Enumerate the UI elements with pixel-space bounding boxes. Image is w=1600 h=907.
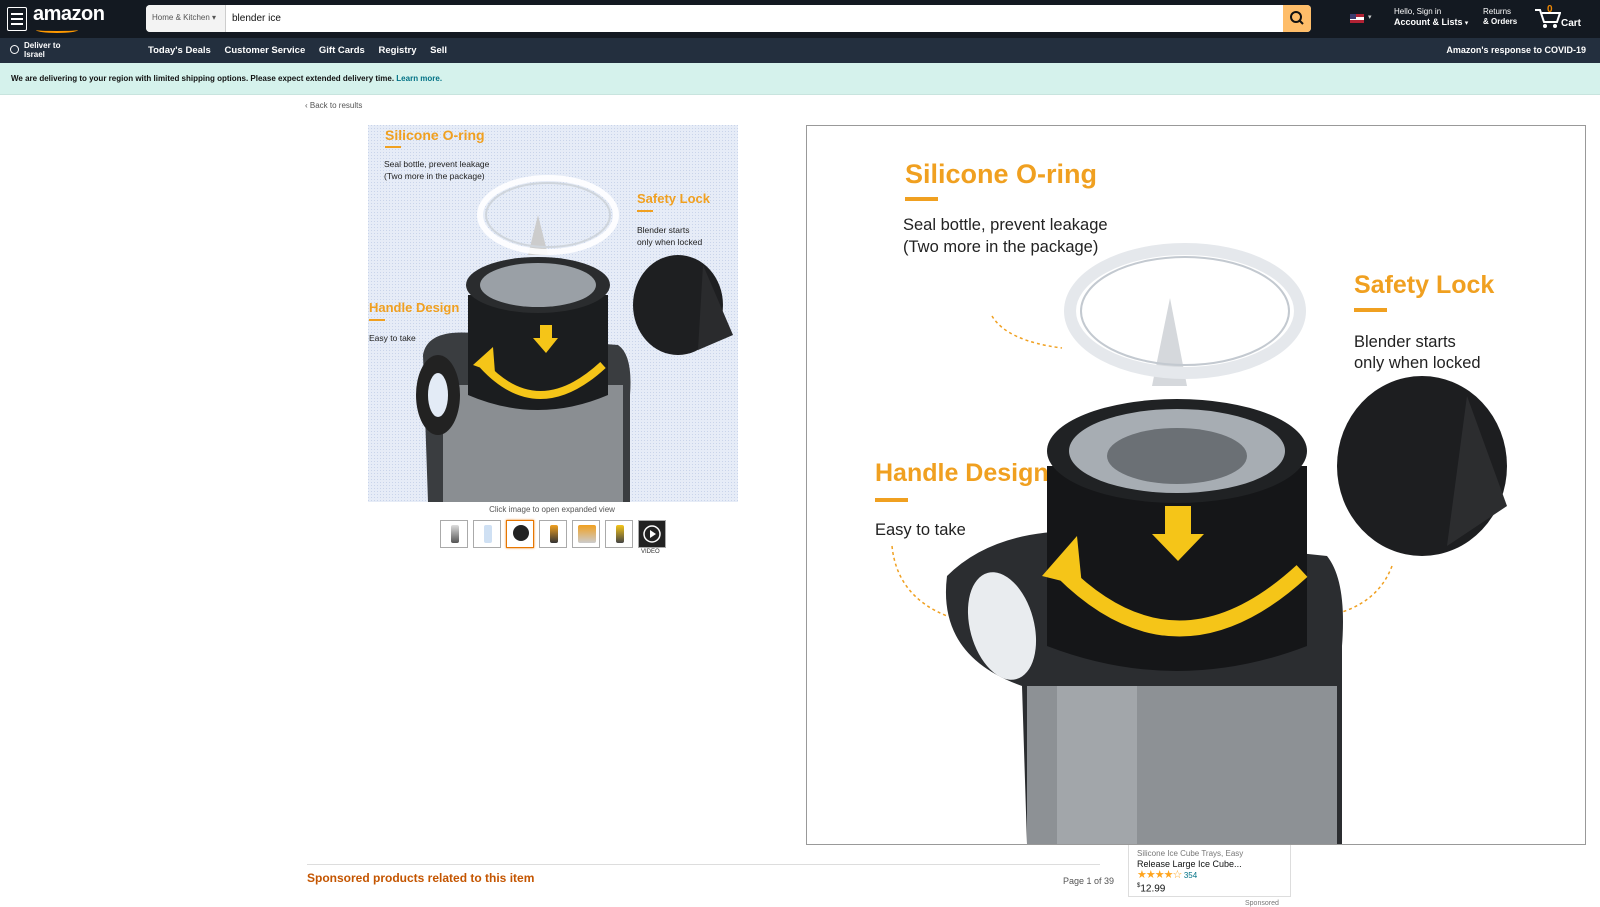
shipping-notice-text: We are delivering to your region with li… [11,74,395,83]
covid-response-link[interactable]: Amazon's response to COVID-19 [1446,45,1586,55]
logo-smile-icon [36,27,78,33]
play-icon [643,525,661,543]
silicone-desc2-small: (Two more in the package) [384,171,485,181]
cart-button[interactable]: 0 Cart [1533,4,1581,34]
returns-label: Returns [1483,7,1512,16]
orders-label: & Orders [1483,17,1518,26]
main-product-image[interactable]: Silicone O-ring Seal bottle, prevent lea… [368,125,738,502]
safety-title-zoom: Safety Lock [1354,271,1494,299]
top-nav-bar: amazon Home & Kitchen ▾ blender ice ▾ He… [0,0,1600,38]
search-category-dropdown[interactable]: Home & Kitchen ▾ [146,5,226,32]
deliver-to-label: Deliver to [24,41,61,50]
video-label: VIDEO [641,549,660,555]
language-caret-icon[interactable]: ▾ [1368,13,1372,21]
side-card-title-line1[interactable]: Silicone Ice Cube Trays, Easy [1137,848,1282,859]
search-category-label: Home & Kitchen [152,13,210,22]
safety-desc2-small: only when locked [637,237,702,247]
secondary-nav-bar: Deliver to Israel Today's Deals Customer… [0,38,1600,63]
amazon-logo[interactable]: amazon [33,3,105,26]
location-pin-icon [10,45,19,54]
nav-link-todays-deals[interactable]: Today's Deals [148,45,211,56]
cart-label: Cart [1561,18,1582,29]
nav-link-gift-cards[interactable]: Gift Cards [319,45,365,56]
silicone-title-zoom: Silicone O-ring [905,159,1097,189]
thumbnail-3[interactable] [506,520,534,548]
thumbnail-2[interactable] [473,520,501,548]
handle-title-small: Handle Design [369,300,459,315]
blender-illustration-small: Silicone O-ring Seal bottle, prevent lea… [368,125,738,502]
review-count[interactable]: 354 [1184,871,1197,880]
handle-title-zoom: Handle Design [875,459,1049,487]
menu-icon[interactable] [7,7,27,31]
back-to-results-link[interactable]: ‹ Back to results [305,101,362,110]
sponsored-side-card[interactable]: Silicone Ice Cube Trays, Easy Release La… [1128,845,1291,897]
thumbnail-5[interactable] [572,520,600,548]
thumbnail-4[interactable] [539,520,567,548]
safety-desc1-small: Blender starts [637,225,689,235]
nav-links: Today's Deals Customer Service Gift Card… [148,45,458,56]
handle-desc-zoom: Easy to take [875,521,966,539]
account-menu[interactable]: Hello, Sign in Account & Lists ▾ [1394,7,1468,29]
side-card-price: $12.99 [1137,881,1282,894]
shipping-notice-banner: We are delivering to your region with li… [0,63,1600,95]
learn-more-link[interactable]: Learn more. [396,74,442,83]
handle-desc-small: Easy to take [369,333,416,343]
carousel-page-info: Page 1 of 39 [1063,876,1115,886]
silicone-desc1-small: Seal bottle, prevent leakage [384,159,490,169]
sponsored-products-heading: Sponsored products related to this item [307,871,535,885]
safety-desc2-zoom: only when locked [1354,354,1481,372]
section-divider [307,864,1100,865]
thumbnail-6[interactable] [605,520,633,548]
returns-orders-link[interactable]: Returns & Orders [1483,7,1517,27]
us-flag-icon[interactable] [1350,14,1364,23]
nav-link-registry[interactable]: Registry [378,45,416,56]
cart-count: 0 [1547,4,1553,15]
nav-link-sell[interactable]: Sell [430,45,447,56]
safety-desc1-zoom: Blender starts [1354,333,1456,351]
sponsored-label: Sponsored [1245,900,1279,907]
video-thumbnail[interactable] [638,520,666,548]
thumbnail-1[interactable] [440,520,468,548]
safety-title-small: Safety Lock [637,191,711,206]
search-button[interactable] [1283,5,1311,32]
zoomed-image-pane: Silicone O-ring Seal bottle, prevent lea… [806,125,1586,845]
search-input[interactable]: blender ice [232,5,281,32]
deliver-to-location[interactable]: Deliver to Israel [10,41,60,59]
silicone-desc1-zoom: Seal bottle, prevent leakage [903,216,1108,234]
nav-link-customer-service[interactable]: Customer Service [224,45,305,56]
account-lists-label: Account & Lists [1394,17,1463,27]
price-value: 12.99 [1140,883,1166,895]
rating-stars-icon[interactable]: ★★★★☆ [1137,869,1182,881]
deliver-country: Israel [24,50,45,59]
silicone-desc2-zoom: (Two more in the package) [903,238,1098,256]
account-greeting: Hello, Sign in [1394,7,1442,16]
silicone-title-small: Silicone O-ring [385,127,485,143]
account-caret-icon: ▾ [1464,20,1469,27]
search-icon [1290,11,1304,25]
expand-image-caption: Click image to open expanded view [489,505,615,514]
search-bar: Home & Kitchen ▾ blender ice [146,5,1311,32]
blender-illustration-zoomed: Silicone O-ring Seal bottle, prevent lea… [807,126,1585,844]
